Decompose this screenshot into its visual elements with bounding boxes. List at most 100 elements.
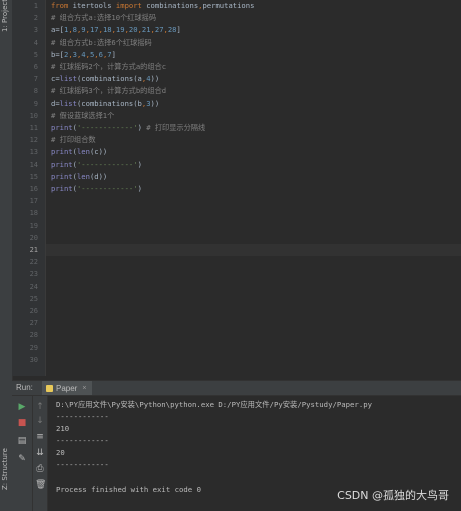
scroll-end-icon[interactable]: ⇊: [35, 448, 45, 458]
code-line: # 组合方式a:选择10个红球摇码: [51, 12, 156, 24]
run-toolbar-secondary: ↑ ↓ ≡ ⇊ ⎙ 🗑: [33, 396, 48, 511]
line-number: 14: [29, 160, 38, 169]
trash-icon[interactable]: 🗑: [35, 480, 46, 490]
line-number: 3: [33, 26, 38, 35]
run-panel-header: Run: Paper ×: [12, 380, 461, 396]
code-token: list: [59, 74, 77, 84]
run-tab-label: Paper: [56, 383, 78, 393]
pin-icon[interactable]: ✎: [17, 454, 27, 464]
console-line: Process finished with exit code 0: [56, 485, 201, 494]
line-number: 28: [29, 331, 38, 340]
stop-icon[interactable]: ■: [17, 418, 27, 428]
code-token: # 红球摇码2个，计算方式a的组合c: [51, 62, 167, 71]
code-line: print('------------') # 打印显示分隔线: [51, 122, 205, 134]
run-tab-paper[interactable]: Paper ×: [42, 381, 93, 395]
line-number: 19: [29, 221, 38, 230]
close-icon[interactable]: ×: [82, 385, 86, 392]
code-token: )): [150, 98, 160, 108]
line-number: 21: [29, 246, 38, 254]
code-token: # 红球摇码3个，计算方式b的组合d: [51, 86, 167, 96]
code-token: itertools: [68, 1, 116, 10]
line-number: 10: [29, 111, 38, 120]
code-token: # 打印组合数: [51, 135, 96, 145]
code-token: from: [51, 1, 69, 10]
line-number: 15: [29, 172, 38, 181]
code-line: # 红球摇码2个，计算方式a的组合c: [51, 61, 166, 73]
line-number: 1: [33, 2, 38, 10]
code-token: (combinations(b: [76, 98, 142, 108]
code-token: ]: [111, 49, 116, 59]
code-token: # 打印显示分隔线: [141, 123, 206, 132]
line-number: 22: [29, 258, 38, 267]
code-token: 27: [154, 25, 164, 35]
run-icon[interactable]: ▶: [17, 402, 27, 412]
line-number: 23: [29, 270, 38, 279]
code-line: print('------------'): [51, 183, 142, 195]
line-number: 6: [33, 63, 38, 71]
run-label: Run:: [16, 383, 33, 392]
code-line: b=[2,3,4,5,6,7]: [51, 49, 116, 61]
line-number: 18: [29, 209, 38, 218]
line-number: 9: [33, 99, 38, 108]
line-number: 20: [29, 233, 38, 242]
structure-tool-tab[interactable]: Z: Structure: [1, 445, 11, 490]
code-token: # 组合方式b:选择6个红球摇码: [51, 37, 152, 47]
code-line: print(len(c)): [51, 146, 107, 158]
code-token: len: [76, 147, 90, 157]
code-line: # 组合方式b:选择6个红球摇码: [51, 37, 152, 49]
line-number: 13: [29, 148, 38, 157]
code-token: len: [76, 171, 90, 181]
console-line: D:\PY应用文件\Py安装\Python\python.exe D:/PY应用…: [56, 400, 373, 409]
code-line: print(len(d)): [51, 171, 107, 183]
console-line: 210: [56, 424, 70, 433]
project-tool-tab[interactable]: 1: Project: [1, 0, 11, 32]
code-line: from itertools import combinations,permu…: [51, 0, 254, 12]
code-editor[interactable]: from itertools import combinations,permu…: [46, 0, 461, 376]
code-token: (combinations(a: [76, 74, 142, 84]
print-icon[interactable]: ⎙: [35, 464, 45, 474]
code-token: (c)): [89, 147, 108, 157]
run-toolbar: ▶ ■ ▤ ✎: [12, 396, 33, 511]
layout-icon[interactable]: ▤: [17, 436, 27, 446]
code-token: (d)): [89, 171, 108, 181]
scroll-down-icon[interactable]: ↓: [35, 416, 45, 426]
code-token: )): [150, 74, 160, 84]
code-token: print: [51, 159, 73, 169]
scroll-up-icon[interactable]: ↑: [35, 402, 45, 412]
code-token: # 组合方式a:选择10个红球摇码: [51, 13, 157, 23]
code-token: 21: [141, 25, 151, 35]
code-line: # 红球摇码3个，计算方式b的组合d: [51, 85, 166, 97]
code-token: b=[: [51, 49, 64, 59]
code-token: c=: [51, 74, 60, 84]
line-number: 11: [29, 124, 38, 132]
code-token: permutations: [202, 1, 255, 10]
line-number: 4: [33, 38, 38, 47]
code-token: '------------': [76, 184, 138, 193]
console-line: ------------: [56, 412, 109, 421]
code-token: 19: [115, 25, 125, 35]
line-number: 8: [33, 87, 38, 96]
wrap-icon[interactable]: ≡: [35, 432, 45, 442]
code-token: print: [51, 171, 73, 181]
code-token: 17: [89, 25, 99, 35]
line-number: 29: [29, 343, 38, 352]
code-token: 18: [102, 25, 112, 35]
code-token: print: [51, 147, 73, 157]
code-token: 28: [167, 25, 177, 35]
line-number: 5: [33, 50, 38, 59]
watermark: CSDN @孤独的大鸟哥: [337, 489, 449, 502]
code-token: '------------': [76, 123, 138, 132]
code-token: list: [59, 98, 77, 108]
code-line: a=[1,8,9,17,18,19,20,21,27,28]: [51, 24, 181, 36]
code-token: ): [137, 184, 142, 193]
code-token: ]: [176, 25, 181, 35]
code-line: print('------------'): [51, 159, 142, 171]
code-token: a=[: [51, 25, 64, 35]
code-line: # 打印组合数: [51, 134, 96, 146]
code-token: import: [115, 1, 142, 10]
console-line: 20: [56, 448, 65, 457]
code-token: print: [51, 184, 73, 193]
code-token: ): [137, 159, 142, 169]
line-number-gutter: 1 2 3 4 5 6 7 8 9 10 11 12 13 14 15 16 17 18 19 20 21 22 23 24 2…: [12, 0, 46, 376]
code-token: 20: [128, 25, 138, 35]
